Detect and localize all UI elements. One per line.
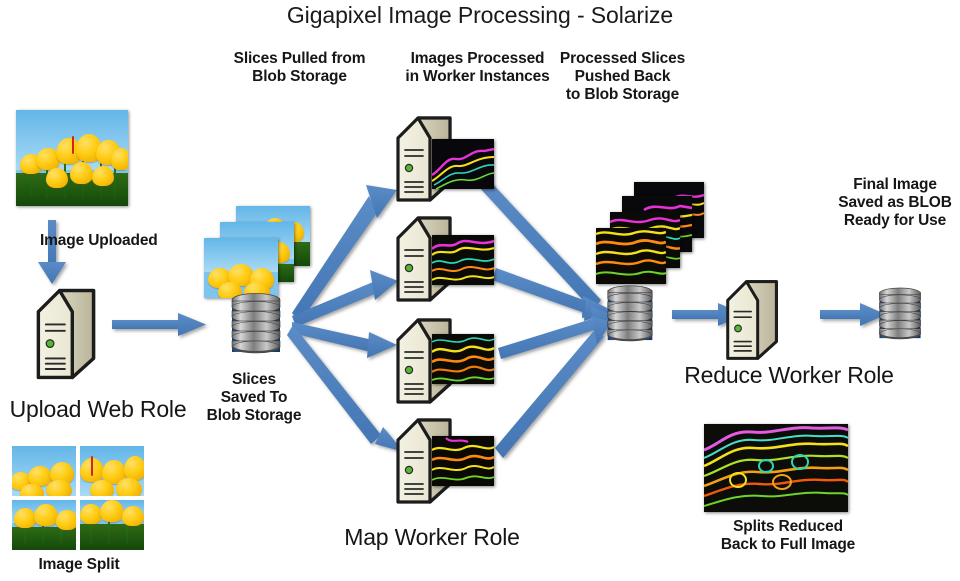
photo-thumbnail-icon [16, 110, 128, 206]
solarized-thumb-worker-2 [432, 235, 494, 285]
database-icon-blob-in [228, 292, 284, 358]
label-splits-reduced: Splits Reduced Back to Full Image [720, 518, 856, 553]
label-image-split: Image Split [38, 556, 120, 573]
database-icon-blob-out [604, 284, 656, 346]
label-slices-saved: Slices Saved To Blob Storage [206, 371, 302, 424]
solarized-thumb-worker-3 [432, 334, 494, 384]
label-map-worker-role: Map Worker Role [344, 524, 520, 550]
label-reduce-worker-role: Reduce Worker Role [684, 362, 894, 388]
diagram-canvas: Gigapixel Image Processing - Solarize Sl… [0, 0, 960, 581]
right-arrow-icon-1 [112, 313, 206, 336]
image-split-grid-icon [12, 446, 146, 554]
down-arrow-icon [38, 220, 66, 284]
label-upload-web-role: Upload Web Role [9, 396, 187, 422]
server-icon-upload-web-role [32, 284, 102, 384]
solarized-thumb-worker-1 [432, 139, 494, 189]
database-icon-final-blob [876, 286, 924, 344]
solarized-image-icon-final [704, 424, 848, 512]
label-image-uploaded: Image Uploaded [40, 232, 158, 249]
solarized-thumb-worker-4 [432, 436, 494, 486]
server-icon-reduce-worker [722, 276, 784, 364]
